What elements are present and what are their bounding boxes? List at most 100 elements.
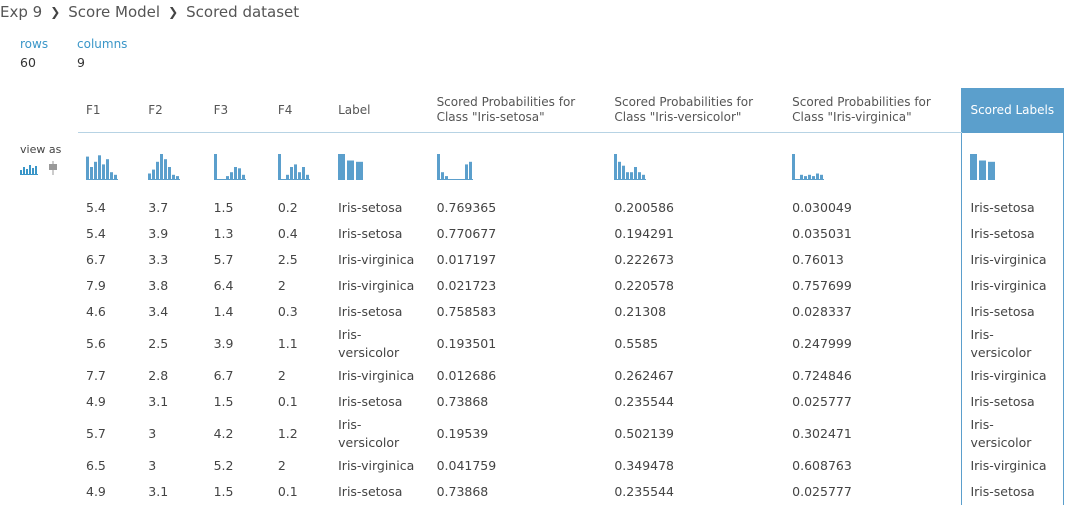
table-cell: 0.012686 <box>436 368 497 383</box>
column-header[interactable]: Label <box>330 88 429 133</box>
table-cell: 3.9 <box>213 336 234 351</box>
table-cell: 2 <box>277 368 286 383</box>
table-cell: 0.1 <box>277 394 298 409</box>
histogram-bar <box>440 172 444 180</box>
column-header[interactable]: Scored Labels <box>961 88 1064 133</box>
table-cell: 0.349478 <box>614 458 675 473</box>
breadcrumb-item[interactable]: Scored dataset <box>186 3 299 21</box>
boxplot-icon[interactable] <box>48 160 58 179</box>
table-cell: 3.9 <box>148 226 169 241</box>
table-cell: 0.76013 <box>792 252 844 267</box>
histogram-bar <box>626 172 630 180</box>
column-histogram[interactable] <box>330 133 428 196</box>
histogram-bar <box>301 167 305 180</box>
table-cell: 0.021723 <box>436 278 497 293</box>
histogram-row <box>78 132 1064 196</box>
header-row: F1 F2 F3 F4 Label Scored Probabilities for Cl… <box>78 88 1064 133</box>
histogram-bar <box>614 154 618 180</box>
histogram-icon[interactable] <box>20 160 40 179</box>
histogram-chart <box>792 154 825 180</box>
histogram-baseline <box>213 179 246 180</box>
table-cell: Iris-setosa <box>338 484 403 499</box>
table-cell: 0.73868 <box>436 394 489 409</box>
table-cell: 0.025777 <box>792 484 852 499</box>
table-cell: 5.6 <box>86 336 106 351</box>
table-row: 5.6 2.5 3.9 1.1 Iris-versicolor 0.193501 0.558… <box>78 325 1064 363</box>
table-cell: 0.200586 <box>614 200 675 215</box>
table-cell: 7.9 <box>86 278 106 293</box>
column-header[interactable]: Scored Probabilities for Class "Iris-vir… <box>784 88 962 133</box>
column-header[interactable]: Scored Probabilities for Class "Iris-set… <box>428 88 607 133</box>
table-cell: Iris-versicolor <box>338 417 400 450</box>
data-table: F1 F2 F3 F4 Label Scored Probabilities for Cl… <box>78 88 1064 505</box>
column-histogram[interactable] <box>606 133 784 196</box>
table-cell: Iris-versicolor <box>961 415 1064 453</box>
histogram-bar <box>102 164 105 180</box>
table-cell: Iris-setosa <box>961 389 1064 415</box>
histogram-bar <box>168 167 172 180</box>
histogram-bar <box>289 167 293 180</box>
table-cell: 1.5 <box>213 394 234 409</box>
table-cell: 0.222673 <box>614 252 675 267</box>
histogram-bar <box>356 161 364 180</box>
table-cell: 2.8 <box>148 368 169 383</box>
column-header[interactable]: F2 <box>140 88 206 133</box>
column-header[interactable]: F1 <box>78 88 141 133</box>
table-cell: 4.9 <box>86 484 106 499</box>
table-cell: 0.025777 <box>792 394 852 409</box>
rows-value: 60 <box>20 55 36 70</box>
column-histogram[interactable] <box>270 133 330 196</box>
table-cell: 0.235544 <box>614 484 675 499</box>
histogram-bar <box>106 159 109 180</box>
table-cell: Iris-virginica <box>338 368 415 383</box>
histogram-bar <box>988 161 996 180</box>
table-cell: 3.4 <box>148 304 169 319</box>
table-cell: Iris-setosa <box>961 299 1064 325</box>
histogram-chart <box>86 155 118 180</box>
table-cell: 2.5 <box>148 336 169 351</box>
table-cell: 0.041759 <box>436 458 497 473</box>
table-cell: 2 <box>277 458 286 473</box>
table-cell: 3.3 <box>148 252 169 267</box>
table-cell: 0.1 <box>277 484 298 499</box>
table-cell: Iris-setosa <box>338 304 403 319</box>
histogram-chart <box>436 154 473 180</box>
table-cell: 4.9 <box>86 394 106 409</box>
column-header[interactable]: F4 <box>269 88 331 133</box>
histogram-baseline <box>148 179 181 180</box>
histogram-bar <box>237 168 241 180</box>
table-cell: 3.1 <box>148 484 169 499</box>
breadcrumb-item[interactable]: Exp 9 <box>0 3 42 21</box>
column-histogram[interactable] <box>206 133 270 196</box>
column-header[interactable]: Scored Probabilities for Class "Iris-ver… <box>606 88 785 133</box>
column-histogram[interactable] <box>784 133 962 196</box>
column-histogram[interactable] <box>78 133 140 196</box>
column-histogram[interactable] <box>961 132 1064 195</box>
table-cell: 5.2 <box>213 458 234 473</box>
histogram-bar <box>638 172 642 180</box>
histogram-chart <box>148 154 181 180</box>
histogram-bar <box>160 154 164 180</box>
table-cell: 0.3 <box>277 304 298 319</box>
histogram-bar <box>90 167 93 180</box>
table-cell: 7.7 <box>86 368 106 383</box>
breadcrumb-item[interactable]: Score Model <box>68 3 160 21</box>
rows-label: rows <box>20 37 49 51</box>
table-cell: 1.1 <box>277 336 298 351</box>
histogram-bar <box>213 154 217 180</box>
columns-label: columns <box>77 37 128 51</box>
table-cell: 6.7 <box>213 368 234 383</box>
histogram-bar <box>347 160 355 180</box>
column-histogram[interactable] <box>429 133 607 196</box>
histogram-bar <box>464 164 468 180</box>
histogram-bar <box>110 172 113 180</box>
table-cell: Iris-setosa <box>338 200 403 215</box>
column-histogram[interactable] <box>140 133 205 196</box>
table-cell: Iris-virginica <box>338 278 415 293</box>
histogram-baseline <box>792 179 825 180</box>
histogram-bar <box>630 172 634 180</box>
table-cell: 3 <box>148 458 157 473</box>
table-cell: Iris-setosa <box>961 221 1064 247</box>
table-cell: 0.502139 <box>614 426 675 441</box>
column-header[interactable]: F3 <box>205 88 270 133</box>
